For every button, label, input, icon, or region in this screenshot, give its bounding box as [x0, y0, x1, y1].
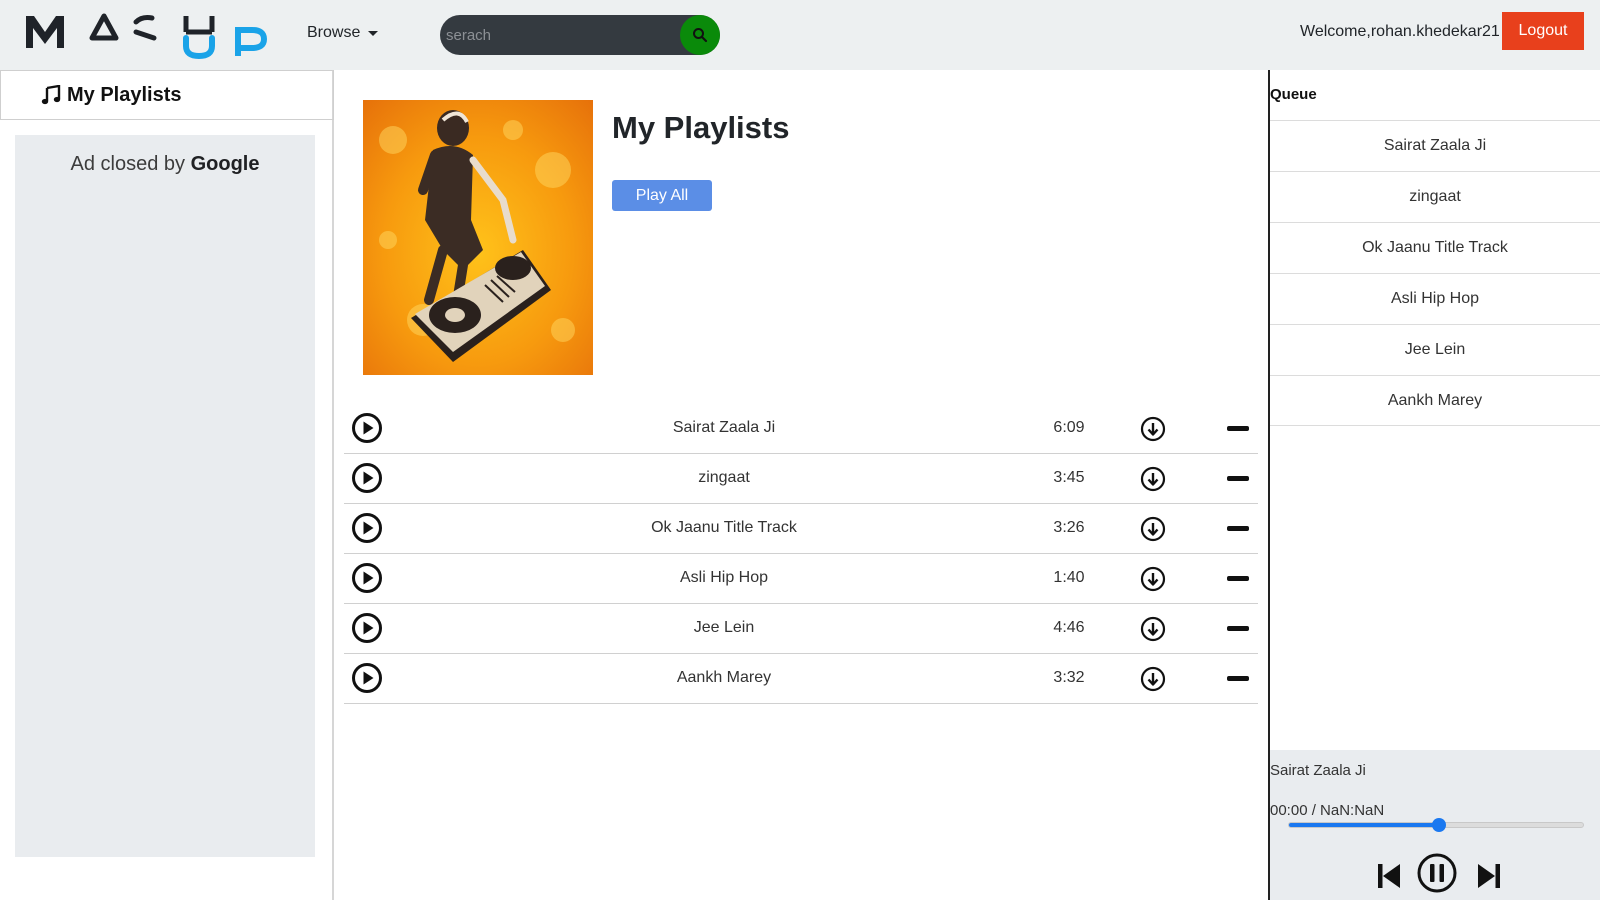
play-circle-icon[interactable]: [351, 662, 383, 694]
play-circle-icon[interactable]: [351, 462, 383, 494]
mashup-logo-icon: [26, 13, 268, 60]
music-note-icon: [41, 85, 61, 105]
logout-button[interactable]: Logout: [1502, 12, 1584, 50]
queue-title: Queue: [1270, 86, 1317, 103]
track-duration: 4:46: [1053, 619, 1085, 636]
track-row[interactable]: zingaat 3:45: [344, 454, 1258, 504]
track-duration: 3:45: [1053, 469, 1085, 486]
queue-panel: Queue Sairat Zaala Ji zingaat Ok Jaanu Tit…: [1268, 70, 1600, 900]
download-icon[interactable]: [1140, 616, 1166, 642]
playlist-cover-image: [363, 100, 593, 375]
queue-item[interactable]: Asli Hip Hop: [1270, 273, 1600, 324]
search-icon: [693, 28, 708, 43]
now-playing-title: Sairat Zaala Ji: [1270, 762, 1366, 779]
remove-track-button[interactable]: [1227, 526, 1249, 531]
queue-item[interactable]: zingaat: [1270, 171, 1600, 222]
download-icon[interactable]: [1140, 666, 1166, 692]
queue-item[interactable]: Jee Lein: [1270, 324, 1600, 375]
track-name: Asli Hip Hop: [679, 569, 769, 586]
sidebar-item-my-playlists[interactable]: My Playlists: [0, 70, 334, 120]
caret-down-icon: [368, 30, 379, 36]
track-name: zingaat: [698, 469, 750, 486]
track-name: Aankh Marey: [676, 669, 772, 686]
track-name: Ok Jaanu Title Track: [651, 519, 797, 536]
play-circle-icon[interactable]: [351, 412, 383, 444]
track-duration: 1:40: [1053, 569, 1085, 586]
app-logo[interactable]: [24, 8, 274, 60]
track-row[interactable]: Sairat Zaala Ji 6:09: [344, 404, 1258, 454]
play-circle-icon[interactable]: [351, 562, 383, 594]
skip-next-icon[interactable]: [1476, 862, 1502, 890]
skip-previous-icon[interactable]: [1376, 862, 1402, 890]
play-circle-icon[interactable]: [351, 612, 383, 644]
queue-list: Sairat Zaala Ji zingaat Ok Jaanu Title Tra…: [1270, 120, 1600, 426]
browse-label: Browse: [307, 24, 361, 41]
welcome-text: Welcome,rohan.khedekar21: [1300, 23, 1500, 40]
ad-placeholder: Ad closed by Google: [15, 135, 315, 857]
seek-progress: [1289, 823, 1439, 827]
browse-dropdown[interactable]: Browse: [307, 24, 379, 42]
queue-item[interactable]: Aankh Marey: [1270, 375, 1600, 426]
track-row[interactable]: Asli Hip Hop 1:40: [344, 554, 1258, 604]
search-button[interactable]: [680, 15, 720, 55]
download-icon[interactable]: [1140, 566, 1166, 592]
remove-track-button[interactable]: [1227, 576, 1249, 581]
track-name: Jee Lein: [693, 619, 755, 636]
search-bar: [440, 15, 720, 55]
navbar: Browse Welcome,rohan.khedekar21 Logout: [0, 0, 1600, 70]
page-title: My Playlists: [612, 110, 790, 145]
remove-track-button[interactable]: [1227, 626, 1249, 631]
queue-item[interactable]: Ok Jaanu Title Track: [1270, 222, 1600, 273]
track-duration: 3:26: [1053, 519, 1085, 536]
search-input[interactable]: [446, 23, 671, 47]
play-circle-icon[interactable]: [351, 512, 383, 544]
track-name: Sairat Zaala Ji: [672, 419, 776, 436]
remove-track-button[interactable]: [1227, 476, 1249, 481]
ad-text-prefix: Ad closed by: [70, 153, 191, 175]
main-content: My Playlists Play All Sairat Zaala Ji 6:0…: [336, 70, 1268, 900]
remove-track-button[interactable]: [1227, 426, 1249, 431]
track-duration: 3:32: [1053, 669, 1085, 686]
sidebar-item-label: My Playlists: [67, 83, 182, 106]
track-duration: 6:09: [1053, 419, 1085, 436]
ad-brand: Google: [190, 153, 260, 175]
ad-closed-text: Ad closed by Google: [15, 153, 315, 176]
player-controls: [1370, 852, 1510, 894]
queue-item[interactable]: Sairat Zaala Ji: [1270, 120, 1600, 171]
seek-slider[interactable]: [1288, 818, 1584, 832]
download-icon[interactable]: [1140, 516, 1166, 542]
download-icon[interactable]: [1140, 416, 1166, 442]
track-list: Sairat Zaala Ji 6:09 zingaat 3:45 Ok Jaanu T…: [344, 404, 1258, 704]
remove-track-button[interactable]: [1227, 676, 1249, 681]
track-row[interactable]: Aankh Marey 3:32: [344, 654, 1258, 704]
audio-player: Sairat Zaala Ji 00:00 / NaN:NaN: [1270, 750, 1600, 900]
play-all-button[interactable]: Play All: [612, 180, 712, 211]
sidebar: My Playlists Ad closed by Google: [0, 70, 334, 900]
pause-icon[interactable]: [1416, 852, 1458, 894]
seek-handle[interactable]: [1431, 818, 1446, 832]
time-display: 00:00 / NaN:NaN: [1270, 802, 1385, 819]
download-icon[interactable]: [1140, 466, 1166, 492]
track-row[interactable]: Ok Jaanu Title Track 3:26: [344, 504, 1258, 554]
track-row[interactable]: Jee Lein 4:46: [344, 604, 1258, 654]
